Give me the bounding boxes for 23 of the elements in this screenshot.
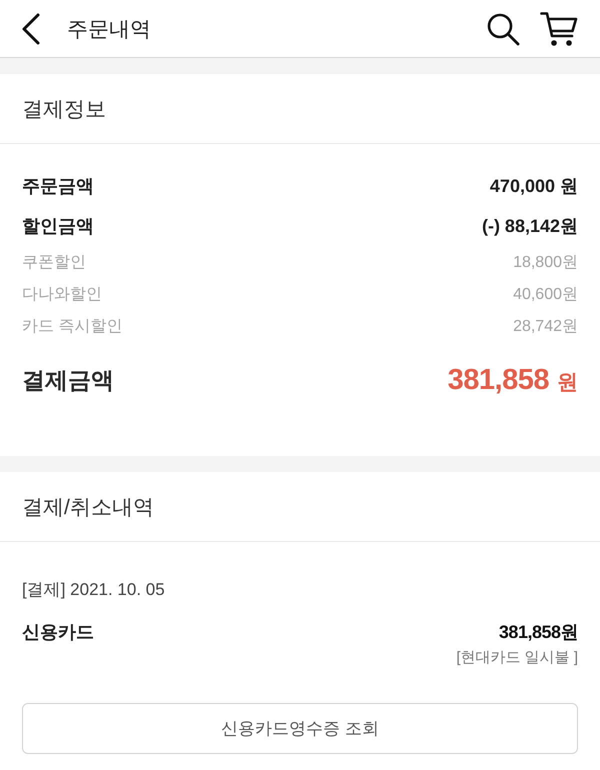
amount-value: 28,742원 <box>513 316 578 336</box>
amount-label: 주문금액 <box>22 175 94 198</box>
amount-label: 카드 즉시할인 <box>22 316 122 336</box>
receipt-button[interactable]: 신용카드영수증 조회 <box>22 703 578 754</box>
section-title: 결제정보 <box>22 96 106 122</box>
page-title: 주문내역 <box>67 16 151 42</box>
amount-value: (-) 88,142원 <box>482 215 578 238</box>
amount-value: 40,600원 <box>513 284 578 304</box>
total-amount: 381,858 <box>448 364 549 396</box>
amount-label: 쿠폰할인 <box>22 252 86 272</box>
payment-amount: 381,858원 <box>498 621 578 644</box>
cart-icon[interactable] <box>540 10 578 46</box>
search-icon[interactable] <box>486 12 520 46</box>
currency-unit: 원 <box>557 370 578 396</box>
amount-value: 470,000 원 <box>490 175 578 198</box>
amount-label: 할인금액 <box>22 215 94 238</box>
payment-method: 신용카드 <box>22 621 94 644</box>
total-label: 결제금액 <box>22 366 114 394</box>
amount-label: 다나와할인 <box>22 284 102 304</box>
card-plan: [현대카드 일시불 ] <box>456 648 578 668</box>
amount-value: 18,800원 <box>513 252 578 272</box>
payment-date: [결제] 2021. 10. 05 <box>22 580 165 599</box>
section-title: 결제/취소내역 <box>22 494 154 520</box>
